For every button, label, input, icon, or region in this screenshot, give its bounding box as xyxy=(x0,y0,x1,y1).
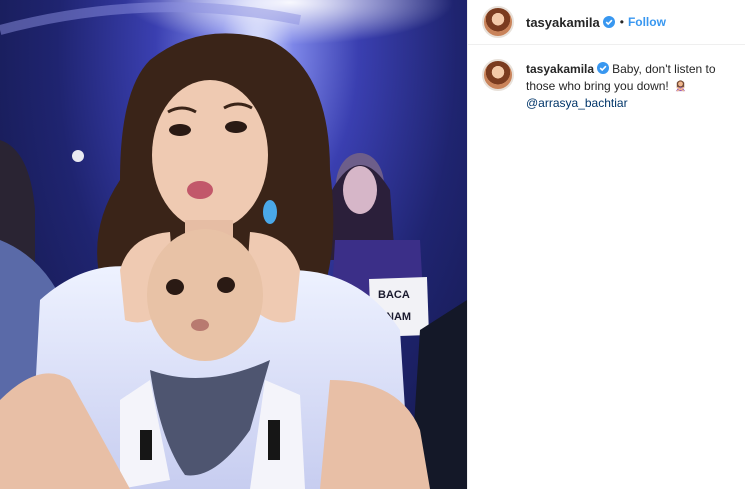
verified-badge-icon xyxy=(602,16,615,28)
caption-text-block: tasyakamila Baby, don't listen to those w… xyxy=(526,61,734,112)
post-sidebar: tasyakamila • Follow tasyakamila Baby, do… xyxy=(467,0,745,489)
avatar[interactable] xyxy=(482,6,514,38)
post-photo[interactable]: BACA NAM xyxy=(0,0,467,489)
header-username[interactable]: tasyakamila xyxy=(526,15,600,30)
caption-verified-badge-icon xyxy=(597,62,610,74)
follow-button[interactable]: Follow xyxy=(628,15,666,29)
mention-link[interactable]: @arrasya_bachtiar xyxy=(526,96,628,110)
header-separator: • xyxy=(619,15,624,29)
woman-gesturing-no-emoji-icon xyxy=(675,80,686,92)
caption-avatar[interactable] xyxy=(482,59,514,91)
background-sign-line1: BACA xyxy=(378,289,410,301)
post-header: tasyakamila • Follow xyxy=(468,0,745,45)
caption: tasyakamila Baby, don't listen to those w… xyxy=(468,45,745,112)
photo-illustration: BACA NAM xyxy=(0,0,467,489)
caption-username[interactable]: tasyakamila xyxy=(526,62,594,76)
